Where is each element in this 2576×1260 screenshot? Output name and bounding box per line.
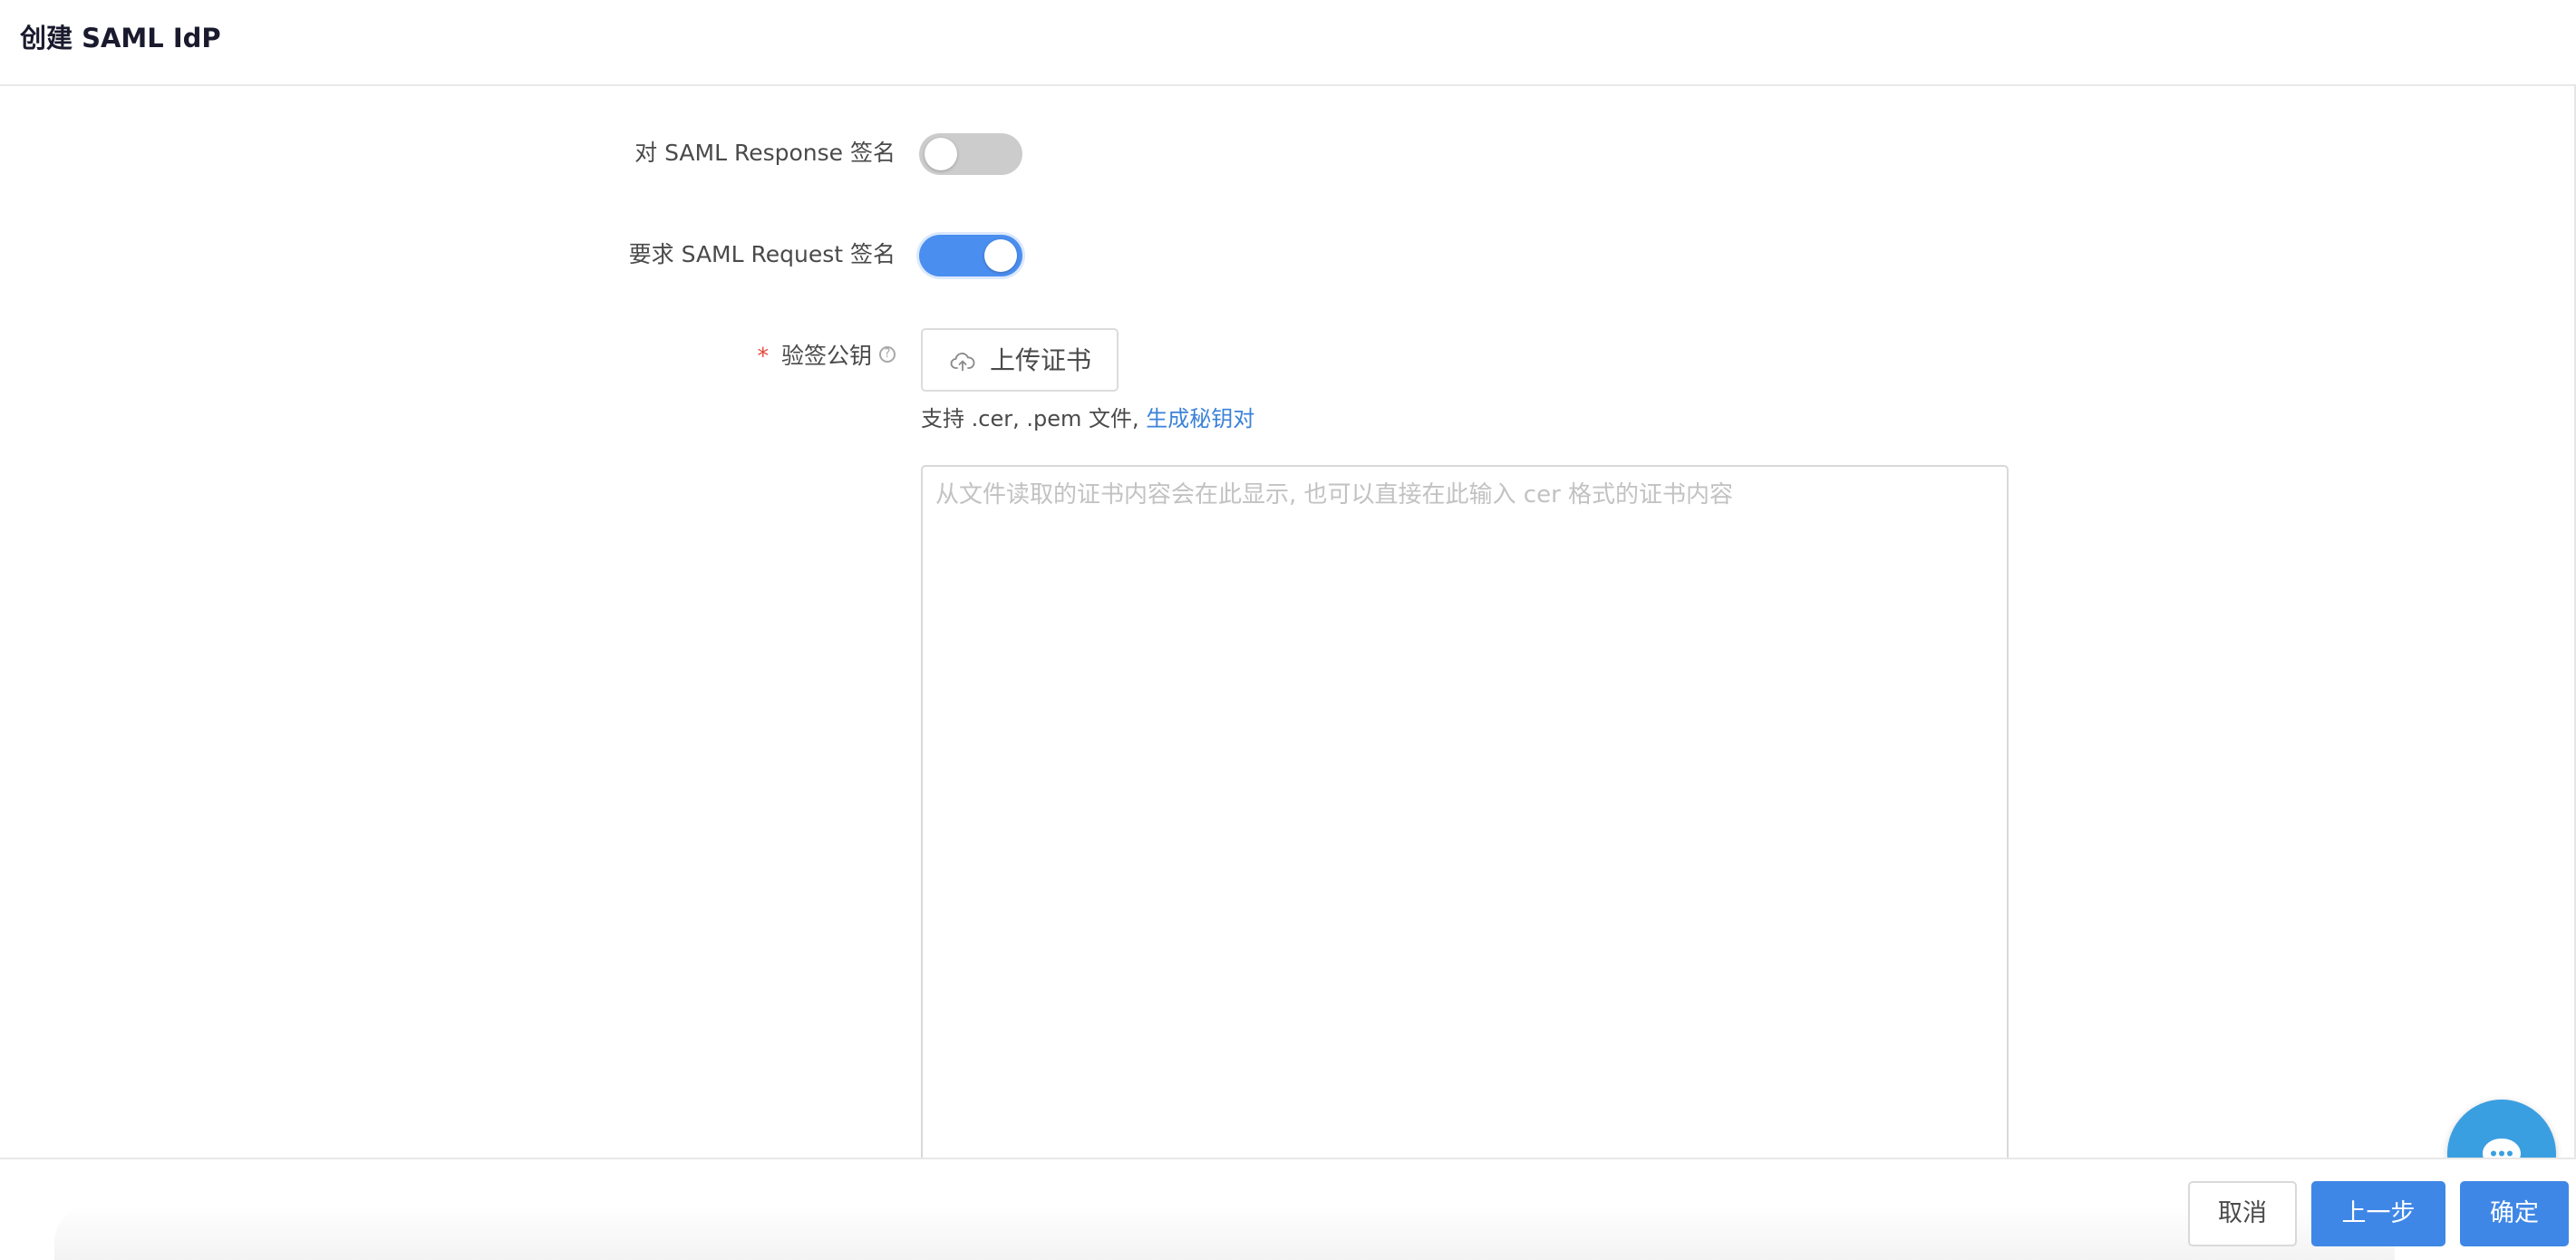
certificate-content-textarea[interactable]	[921, 465, 2009, 1158]
sign-response-toggle[interactable]	[919, 133, 1022, 175]
toggle-knob	[984, 239, 1017, 272]
public-key-label: 验签公钥	[780, 343, 872, 369]
cancel-button[interactable]: 取消	[2188, 1181, 2297, 1246]
footer-shadow	[54, 1206, 2395, 1260]
required-marker: *	[757, 343, 769, 369]
file-format-hint-text: 支持 .cer, .pem 文件,	[921, 406, 1147, 431]
upload-certificate-label: 上传证书	[990, 345, 1092, 375]
chat-bubble-icon	[2483, 1139, 2521, 1158]
upload-certificate-button[interactable]: 上传证书	[921, 328, 1119, 392]
sign-response-label: 对 SAML Response 签名	[634, 140, 896, 166]
confirm-button[interactable]: 确定	[2460, 1181, 2569, 1246]
require-request-signing-label: 要求 SAML Request 签名	[628, 241, 896, 267]
page-header: 创建 SAML IdP	[0, 0, 2576, 86]
file-format-hint: 支持 .cer, .pem 文件, 生成秘钥对	[921, 403, 1254, 434]
dialog-footer: 取消 上一步 确定	[0, 1158, 2576, 1260]
question-circle-icon[interactable]: ?	[879, 346, 896, 363]
cloud-upload-icon	[950, 353, 975, 372]
chat-support-button[interactable]	[2447, 1100, 2556, 1158]
generate-keypair-link[interactable]: 生成秘钥对	[1146, 406, 1254, 431]
previous-step-button[interactable]: 上一步	[2311, 1181, 2445, 1246]
toggle-knob	[925, 138, 957, 170]
public-key-label-row: * 验签公钥?	[757, 340, 896, 373]
page-title: 创建 SAML IdP	[20, 23, 221, 53]
form-body: 对 SAML Response 签名 要求 SAML Request 签名 * 验…	[0, 86, 2576, 1158]
require-request-signing-toggle[interactable]	[919, 235, 1022, 276]
